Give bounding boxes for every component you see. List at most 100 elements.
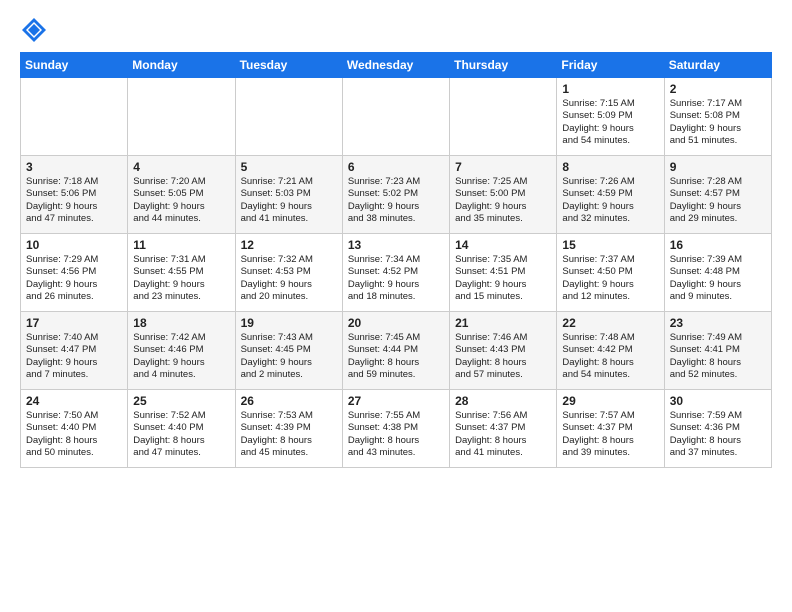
day-number: 6 bbox=[348, 160, 444, 174]
cell-info-line: Daylight: 9 hours bbox=[241, 279, 337, 291]
calendar-cell: 19Sunrise: 7:43 AMSunset: 4:45 PMDayligh… bbox=[235, 312, 342, 390]
cell-info-line: Sunrise: 7:50 AM bbox=[26, 410, 122, 422]
cell-info-line: Sunset: 4:55 PM bbox=[133, 266, 229, 278]
cell-info-line: and 15 minutes. bbox=[455, 291, 551, 303]
cell-info-line: and 37 minutes. bbox=[670, 447, 766, 459]
cell-info-line: Daylight: 8 hours bbox=[670, 357, 766, 369]
cell-info-line: Sunset: 4:52 PM bbox=[348, 266, 444, 278]
cell-info-line: and 38 minutes. bbox=[348, 213, 444, 225]
cell-info-line: Daylight: 9 hours bbox=[348, 201, 444, 213]
cell-info-line: Sunset: 5:03 PM bbox=[241, 188, 337, 200]
logo bbox=[20, 16, 52, 44]
cell-info-line: and 45 minutes. bbox=[241, 447, 337, 459]
cell-info-line: and 44 minutes. bbox=[133, 213, 229, 225]
cell-info-line: Sunset: 5:08 PM bbox=[670, 110, 766, 122]
cell-info-line: Sunset: 4:57 PM bbox=[670, 188, 766, 200]
cell-info-line: Sunset: 5:09 PM bbox=[562, 110, 658, 122]
cell-info-line: Daylight: 8 hours bbox=[455, 357, 551, 369]
header-row: SundayMondayTuesdayWednesdayThursdayFrid… bbox=[21, 53, 772, 78]
cell-info-line: Daylight: 8 hours bbox=[562, 435, 658, 447]
cell-info-line: Sunset: 5:00 PM bbox=[455, 188, 551, 200]
cell-info-line: and 35 minutes. bbox=[455, 213, 551, 225]
calendar-cell: 11Sunrise: 7:31 AMSunset: 4:55 PMDayligh… bbox=[128, 234, 235, 312]
cell-info-line: Sunset: 5:05 PM bbox=[133, 188, 229, 200]
calendar-cell: 6Sunrise: 7:23 AMSunset: 5:02 PMDaylight… bbox=[342, 156, 449, 234]
weekday-header: Tuesday bbox=[235, 53, 342, 78]
cell-info-line: and 9 minutes. bbox=[670, 291, 766, 303]
calendar-cell: 12Sunrise: 7:32 AMSunset: 4:53 PMDayligh… bbox=[235, 234, 342, 312]
calendar-cell: 9Sunrise: 7:28 AMSunset: 4:57 PMDaylight… bbox=[664, 156, 771, 234]
calendar-cell: 7Sunrise: 7:25 AMSunset: 5:00 PMDaylight… bbox=[450, 156, 557, 234]
cell-info-line: Sunrise: 7:59 AM bbox=[670, 410, 766, 422]
cell-info-line: Sunset: 4:51 PM bbox=[455, 266, 551, 278]
day-number: 12 bbox=[241, 238, 337, 252]
calendar-cell: 8Sunrise: 7:26 AMSunset: 4:59 PMDaylight… bbox=[557, 156, 664, 234]
cell-info-line: Sunrise: 7:37 AM bbox=[562, 254, 658, 266]
calendar-cell: 17Sunrise: 7:40 AMSunset: 4:47 PMDayligh… bbox=[21, 312, 128, 390]
calendar-cell: 13Sunrise: 7:34 AMSunset: 4:52 PMDayligh… bbox=[342, 234, 449, 312]
calendar-header: SundayMondayTuesdayWednesdayThursdayFrid… bbox=[21, 53, 772, 78]
cell-info-line: Sunset: 4:50 PM bbox=[562, 266, 658, 278]
cell-info-line: Sunrise: 7:18 AM bbox=[26, 176, 122, 188]
cell-info-line: Daylight: 9 hours bbox=[562, 279, 658, 291]
cell-info-line: and 4 minutes. bbox=[133, 369, 229, 381]
day-number: 29 bbox=[562, 394, 658, 408]
header bbox=[20, 16, 772, 44]
cell-info-line: Daylight: 9 hours bbox=[133, 357, 229, 369]
day-number: 9 bbox=[670, 160, 766, 174]
day-number: 14 bbox=[455, 238, 551, 252]
cell-info-line: and 54 minutes. bbox=[562, 135, 658, 147]
calendar-cell: 25Sunrise: 7:52 AMSunset: 4:40 PMDayligh… bbox=[128, 390, 235, 468]
cell-info-line: Daylight: 9 hours bbox=[670, 279, 766, 291]
cell-info-line: Sunset: 5:06 PM bbox=[26, 188, 122, 200]
cell-info-line: Sunset: 4:59 PM bbox=[562, 188, 658, 200]
calendar-cell: 3Sunrise: 7:18 AMSunset: 5:06 PMDaylight… bbox=[21, 156, 128, 234]
calendar-week-row: 17Sunrise: 7:40 AMSunset: 4:47 PMDayligh… bbox=[21, 312, 772, 390]
day-number: 18 bbox=[133, 316, 229, 330]
cell-info-line: Daylight: 9 hours bbox=[133, 201, 229, 213]
calendar-cell: 1Sunrise: 7:15 AMSunset: 5:09 PMDaylight… bbox=[557, 78, 664, 156]
cell-info-line: and 2 minutes. bbox=[241, 369, 337, 381]
calendar-week-row: 1Sunrise: 7:15 AMSunset: 5:09 PMDaylight… bbox=[21, 78, 772, 156]
cell-info-line: and 39 minutes. bbox=[562, 447, 658, 459]
calendar-cell bbox=[235, 78, 342, 156]
calendar-cell: 27Sunrise: 7:55 AMSunset: 4:38 PMDayligh… bbox=[342, 390, 449, 468]
weekday-header: Sunday bbox=[21, 53, 128, 78]
cell-info-line: Sunrise: 7:29 AM bbox=[26, 254, 122, 266]
cell-info-line: Sunrise: 7:48 AM bbox=[562, 332, 658, 344]
cell-info-line: and 43 minutes. bbox=[348, 447, 444, 459]
calendar-week-row: 3Sunrise: 7:18 AMSunset: 5:06 PMDaylight… bbox=[21, 156, 772, 234]
day-number: 27 bbox=[348, 394, 444, 408]
cell-info-line: Sunrise: 7:53 AM bbox=[241, 410, 337, 422]
cell-info-line: and 41 minutes. bbox=[241, 213, 337, 225]
calendar-cell: 24Sunrise: 7:50 AMSunset: 4:40 PMDayligh… bbox=[21, 390, 128, 468]
day-number: 13 bbox=[348, 238, 444, 252]
cell-info-line: Sunset: 4:40 PM bbox=[26, 422, 122, 434]
calendar-table: SundayMondayTuesdayWednesdayThursdayFrid… bbox=[20, 52, 772, 468]
cell-info-line: Sunset: 4:38 PM bbox=[348, 422, 444, 434]
cell-info-line: Daylight: 8 hours bbox=[670, 435, 766, 447]
calendar-week-row: 24Sunrise: 7:50 AMSunset: 4:40 PMDayligh… bbox=[21, 390, 772, 468]
day-number: 15 bbox=[562, 238, 658, 252]
cell-info-line: Sunset: 4:37 PM bbox=[455, 422, 551, 434]
cell-info-line: Sunrise: 7:20 AM bbox=[133, 176, 229, 188]
cell-info-line: Sunset: 4:56 PM bbox=[26, 266, 122, 278]
cell-info-line: Sunrise: 7:39 AM bbox=[670, 254, 766, 266]
calendar-cell: 20Sunrise: 7:45 AMSunset: 4:44 PMDayligh… bbox=[342, 312, 449, 390]
calendar-cell bbox=[21, 78, 128, 156]
cell-info-line: Sunset: 4:43 PM bbox=[455, 344, 551, 356]
cell-info-line: Daylight: 8 hours bbox=[26, 435, 122, 447]
calendar-cell: 21Sunrise: 7:46 AMSunset: 4:43 PMDayligh… bbox=[450, 312, 557, 390]
cell-info-line: and 20 minutes. bbox=[241, 291, 337, 303]
cell-info-line: Sunrise: 7:45 AM bbox=[348, 332, 444, 344]
cell-info-line: Sunset: 4:48 PM bbox=[670, 266, 766, 278]
cell-info-line: Daylight: 9 hours bbox=[241, 201, 337, 213]
cell-info-line: and 57 minutes. bbox=[455, 369, 551, 381]
cell-info-line: Sunset: 4:45 PM bbox=[241, 344, 337, 356]
day-number: 21 bbox=[455, 316, 551, 330]
calendar-cell: 16Sunrise: 7:39 AMSunset: 4:48 PMDayligh… bbox=[664, 234, 771, 312]
day-number: 20 bbox=[348, 316, 444, 330]
cell-info-line: Sunrise: 7:49 AM bbox=[670, 332, 766, 344]
calendar-cell bbox=[342, 78, 449, 156]
calendar-body: 1Sunrise: 7:15 AMSunset: 5:09 PMDaylight… bbox=[21, 78, 772, 468]
